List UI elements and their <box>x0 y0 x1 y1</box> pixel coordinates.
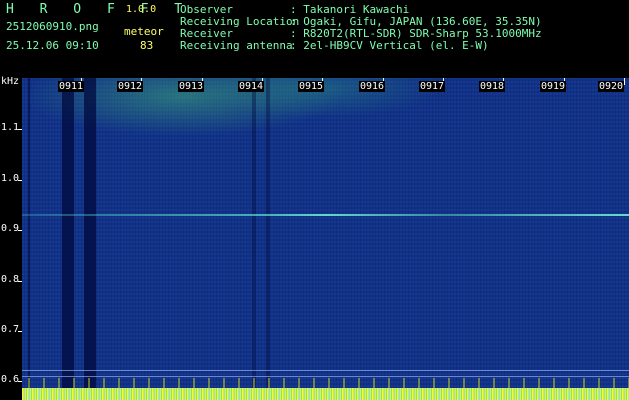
dark-band <box>252 78 256 400</box>
y-tick-label: 1.0 <box>1 173 20 184</box>
time-label: 0920 <box>598 81 625 92</box>
time-label: 0914 <box>238 81 265 92</box>
time-label: 0915 <box>298 81 325 92</box>
dark-band <box>62 78 74 400</box>
dark-band <box>266 78 270 400</box>
y-tick-label: 1.1 <box>1 122 20 133</box>
noise-floor-strip <box>22 388 629 400</box>
time-label: 0911 <box>58 81 85 92</box>
frequency-axis: kHz 1.1 1.0 0.9 0.8 0.7 0.6 <box>0 76 22 400</box>
meteor-echo-strip <box>22 378 629 388</box>
y-tick-label: 0.9 <box>1 223 20 234</box>
time-tick <box>624 78 625 85</box>
antenna-label: Receiving antenna <box>180 39 293 52</box>
app-version: 1.0.0 <box>126 4 157 15</box>
axis-unit-label: kHz <box>1 76 20 87</box>
carrier-trace <box>22 214 629 216</box>
header-panel: H R O F F T 1.0.0 2512060910.png meteor … <box>0 0 629 78</box>
antenna-value: : 2el-HB9CV Vertical (el. E-W) <box>290 39 489 52</box>
y-tick-label: 0.7 <box>1 324 20 335</box>
reference-line <box>22 370 629 371</box>
time-label: 0912 <box>117 81 144 92</box>
reference-line <box>22 376 629 377</box>
y-tick-label: 0.6 <box>1 374 20 385</box>
time-label: 0917 <box>419 81 446 92</box>
meteor-count: 83 <box>140 39 154 52</box>
capture-datetime: 25.12.06 09:10 <box>6 39 99 52</box>
time-label: 0913 <box>178 81 205 92</box>
time-label: 0919 <box>540 81 567 92</box>
dark-band <box>84 78 96 400</box>
file-name: 2512060910.png <box>6 20 99 33</box>
app-logo: H R O F F T <box>6 2 192 17</box>
y-tick-label: 0.8 <box>1 274 20 285</box>
time-label: 0916 <box>359 81 386 92</box>
detection-category: meteor <box>124 25 164 38</box>
dark-band <box>28 78 30 400</box>
spectrogram[interactable]: 0911 0912 0913 0914 0915 0916 0917 0918 … <box>22 78 629 400</box>
time-label: 0918 <box>479 81 506 92</box>
